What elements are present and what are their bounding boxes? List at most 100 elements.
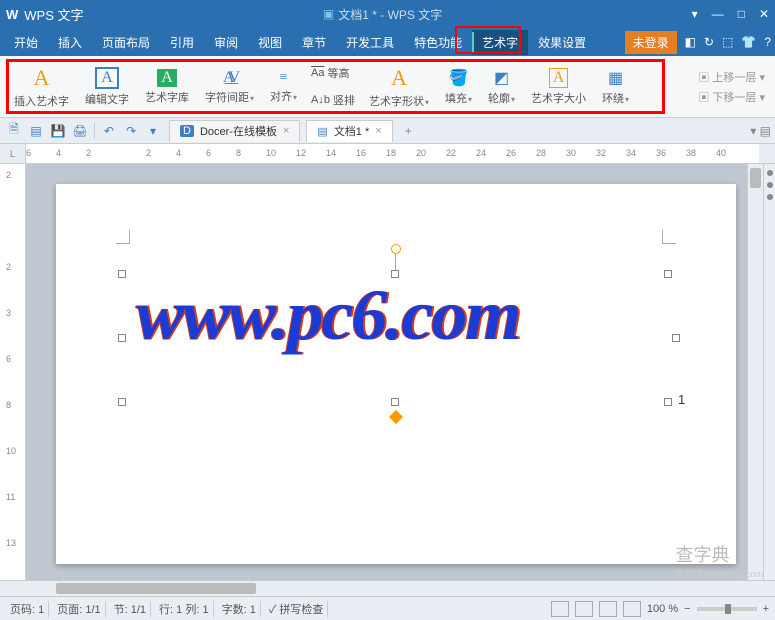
refresh-icon[interactable]: ↻ [704, 35, 714, 49]
tab-doc1[interactable]: ▤ 文档1 * × [306, 120, 392, 142]
status-spellcheck[interactable]: ✓ 拼写检查 [265, 601, 329, 617]
view-outline-button[interactable] [575, 601, 593, 617]
qat-redo-icon[interactable]: ↷ [121, 121, 141, 141]
outline-button[interactable]: ◩ 轮廓▾ [480, 60, 523, 114]
document-canvas[interactable]: www.pc6.com 1 [26, 164, 763, 580]
view-print-layout-button[interactable] [551, 601, 569, 617]
ruler-unit[interactable]: L [0, 144, 26, 163]
qat-more-icon[interactable]: ▾ [143, 121, 163, 141]
zoom-in-button[interactable]: + [763, 603, 769, 615]
vertical-scrollbar[interactable] [747, 164, 763, 580]
wordart-library-button[interactable]: A 艺术字库 [137, 60, 197, 114]
close-tab-icon[interactable]: × [283, 125, 289, 137]
spacing-icon: A̲V̲ [223, 69, 236, 87]
quick-access-toolbar: 🗎 ▤ 💾 🖨 ↶ ↷ ▾ D Docer-在线模板 × ▤ 文档1 * × +… [0, 118, 775, 144]
adjust-handle[interactable] [389, 410, 403, 424]
menu-start[interactable]: 开始 [4, 30, 48, 55]
bring-forward-button[interactable]: ▣ 上移一层 ▾ [698, 69, 765, 85]
menu-effects[interactable]: 效果设置 [528, 30, 596, 55]
margin-corner-icon [662, 230, 676, 244]
help-icon[interactable]: ? [764, 35, 771, 49]
wordart-size-button[interactable]: A 艺术字大小 [523, 60, 594, 114]
align-icon: ≡ [280, 70, 288, 86]
maximize-button[interactable]: □ [738, 7, 745, 21]
vertical-text-button[interactable]: A↓b竖排 [311, 92, 355, 108]
qat-save-icon[interactable]: 💾 [48, 121, 68, 141]
login-button[interactable]: 未登录 [625, 31, 677, 54]
menu-wordart[interactable]: 艺术字 [472, 30, 528, 55]
menu-references[interactable]: 引用 [160, 30, 204, 55]
menu-special[interactable]: 特色功能 [404, 30, 472, 55]
qat-print-icon[interactable]: 🖨 [70, 121, 90, 141]
selection-handle[interactable] [118, 334, 126, 342]
status-page-number[interactable]: 页码: 1 [6, 601, 49, 617]
horizontal-ruler[interactable]: 642246810121416182022242628303234363840 [26, 144, 759, 163]
menu-section[interactable]: 章节 [292, 30, 336, 55]
selection-handle[interactable] [391, 398, 399, 406]
selection-handle[interactable] [118, 270, 126, 278]
qat-open-icon[interactable]: ▤ [26, 121, 46, 141]
same-height-button[interactable]: Aa等高 [311, 65, 355, 81]
wordart-a-icon: A [34, 65, 50, 91]
title-bar: W WPS 文字 ▣ 文档1 * - WPS 文字 ▾ — □ ✕ [0, 0, 775, 28]
cursor-position-number: 1 [678, 392, 685, 407]
menu-insert[interactable]: 插入 [48, 30, 92, 55]
same-height-icon: Aa [311, 67, 324, 79]
selection-handle[interactable] [664, 398, 672, 406]
wrap-button[interactable]: ▦ 环绕▾ [594, 60, 637, 114]
side-panel[interactable] [763, 164, 775, 580]
close-tab-icon[interactable]: × [375, 125, 381, 137]
shape-icon: A [391, 65, 407, 91]
app-name: WPS 文字 [24, 5, 83, 24]
doc-icon: ▤ [317, 125, 327, 138]
wordart-shape-button[interactable]: A 艺术字形状▾ [361, 60, 437, 114]
fill-button[interactable]: 🪣 填充▾ [437, 60, 480, 114]
edit-text-button[interactable]: A 编辑文字 [77, 60, 137, 114]
qat-new-icon[interactable]: 🗎 [4, 121, 24, 141]
doc-file-icon: ▣ [323, 7, 334, 21]
zoom-value[interactable]: 100 % [647, 603, 678, 615]
status-word-count[interactable]: 字数: 1 [218, 601, 261, 617]
fill-icon: 🪣 [449, 68, 469, 88]
align-button[interactable]: ≡ 对齐▾ [262, 60, 305, 114]
zoom-slider[interactable] [697, 607, 757, 611]
workspace: 22368101113 www.pc6.com 1 [0, 164, 775, 580]
char-spacing-button[interactable]: A̲V̲ 字符间距▾ [197, 60, 262, 114]
send-backward-button[interactable]: ▣ 下移一层 ▾ [698, 89, 765, 105]
selection-handle[interactable] [118, 398, 126, 406]
docer-icon: D [180, 125, 194, 137]
rotate-handle[interactable] [391, 244, 401, 254]
vertical-ruler[interactable]: 22368101113 [0, 164, 26, 580]
minimize-button[interactable]: — [712, 7, 724, 21]
status-page[interactable]: 页面: 1/1 [53, 601, 105, 617]
window-icon[interactable]: ⬚ [722, 35, 733, 49]
selection-handle[interactable] [672, 334, 680, 342]
zoom-out-button[interactable]: − [684, 603, 690, 615]
close-button[interactable]: ✕ [759, 7, 769, 21]
view-reading-button[interactable] [623, 601, 641, 617]
tab-docer[interactable]: D Docer-在线模板 × [169, 120, 300, 142]
skin-icon[interactable]: 👕 [741, 35, 756, 49]
horizontal-scrollbar[interactable] [0, 580, 775, 596]
document-title: 文档1 * - WPS 文字 [338, 6, 442, 23]
wordart-object[interactable]: www.pc6.com [136, 274, 519, 357]
vertical-icon: A↓b [311, 94, 330, 106]
insert-wordart-button[interactable]: A 插入艺术字 [6, 60, 77, 114]
menu-page-layout[interactable]: 页面布局 [92, 30, 160, 55]
ribbon-toolbar: A 插入艺术字 A 编辑文字 A 艺术字库 A̲V̲ 字符间距▾ ≡ 对齐▾ A… [0, 56, 775, 118]
new-tab-button[interactable]: + [395, 124, 422, 138]
menu-developer[interactable]: 开发工具 [336, 30, 404, 55]
view-web-button[interactable] [599, 601, 617, 617]
selection-handle[interactable] [664, 270, 672, 278]
tab-list-icon[interactable]: ▾ ▤ [750, 124, 771, 138]
edit-text-icon: A [95, 67, 119, 89]
menu-view[interactable]: 视图 [248, 30, 292, 55]
outline-icon: ◩ [494, 68, 509, 88]
qat-undo-icon[interactable]: ↶ [99, 121, 119, 141]
titlebar-dropdown-icon[interactable]: ▾ [692, 7, 698, 21]
menu-review[interactable]: 审阅 [204, 30, 248, 55]
menu-bar: 开始 插入 页面布局 引用 审阅 视图 章节 开发工具 特色功能 艺术字 效果设… [0, 28, 775, 56]
status-section[interactable]: 节: 1/1 [110, 601, 151, 617]
layout-icon[interactable]: ◧ [685, 35, 696, 49]
status-position[interactable]: 行: 1 列: 1 [155, 601, 214, 617]
